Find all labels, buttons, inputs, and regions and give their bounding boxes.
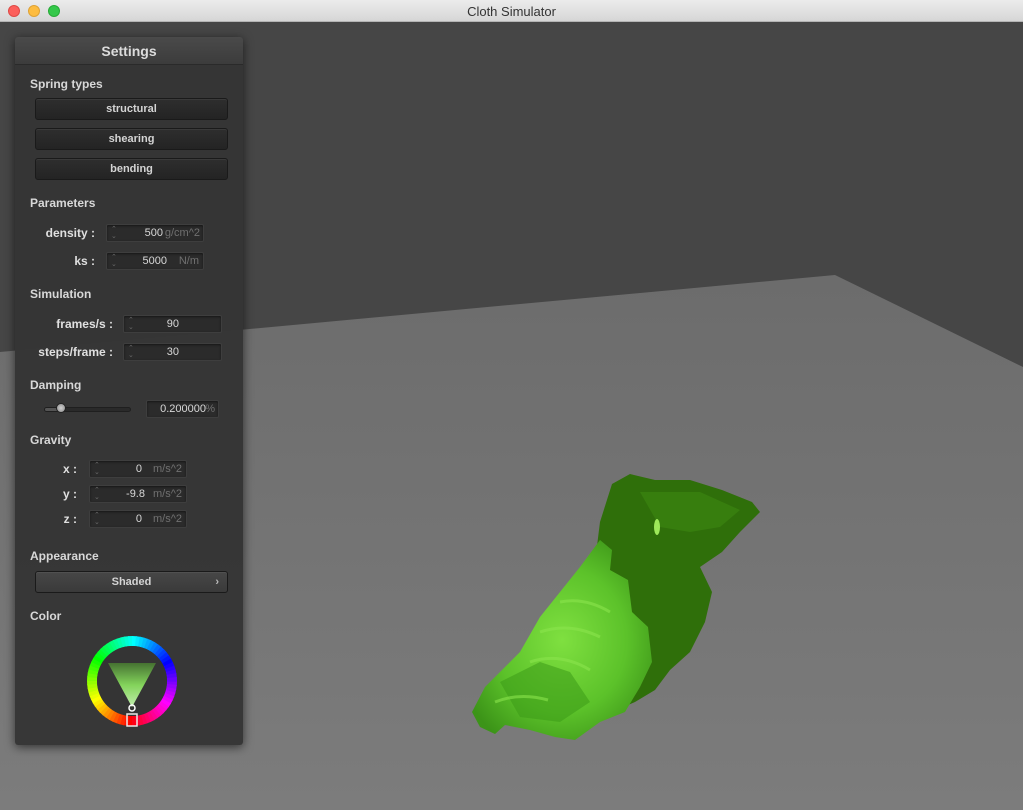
- gravity-y-spinner-icon[interactable]: ⌃ ⌄: [94, 487, 100, 501]
- gravity-z-value: 0: [135, 513, 142, 525]
- gravity-z-unit: m/s^2: [153, 513, 182, 525]
- appearance-selected: Shaded: [111, 576, 152, 588]
- bending-button[interactable]: bending: [35, 158, 228, 180]
- panel-title[interactable]: Settings: [15, 37, 243, 65]
- app-window: Cloth Simulator Settings Spring types st…: [0, 0, 1023, 810]
- gravity-y-label: y :: [62, 487, 77, 501]
- appearance-dropdown[interactable]: Shaded ›: [35, 571, 228, 593]
- gravity-z-field[interactable]: ⌃ ⌄ 0 m/s^2: [89, 510, 187, 528]
- gravity-x-spinner-icon[interactable]: ⌃ ⌄: [94, 462, 100, 476]
- gravity-y-value: -9.8: [126, 488, 145, 500]
- cloth-highlight: [654, 519, 660, 535]
- ks-value: 5000: [142, 255, 167, 267]
- damping-value: 0.200000: [160, 403, 206, 415]
- parameters-heading: Parameters: [30, 196, 96, 210]
- gravity-heading: Gravity: [30, 433, 72, 447]
- fps-spinner-icon[interactable]: ⌃ ⌄: [128, 317, 134, 331]
- gravity-z-label: z :: [63, 512, 77, 526]
- window-title: Cloth Simulator: [467, 4, 556, 19]
- damping-field[interactable]: 0.200000 %: [146, 400, 219, 418]
- density-label: density :: [45, 226, 95, 240]
- ks-field[interactable]: ⌃ ⌄ 5000 N/m: [106, 252, 204, 270]
- settings-panel: Settings Spring types structural shearin…: [15, 37, 243, 745]
- steps-spinner-icon[interactable]: ⌃ ⌄: [128, 345, 134, 359]
- gravity-z-spinner-icon[interactable]: ⌃ ⌄: [94, 512, 100, 526]
- appearance-heading: Appearance: [30, 549, 99, 563]
- gravity-x-label: x :: [62, 462, 77, 476]
- shearing-button[interactable]: shearing: [35, 128, 228, 150]
- ks-label: ks :: [74, 254, 95, 268]
- density-spinner-icon[interactable]: ⌃ ⌄: [111, 226, 117, 240]
- density-field[interactable]: ⌃ ⌄ 500 g/cm^2: [106, 224, 204, 242]
- steps-value: 30: [166, 346, 179, 358]
- ks-spinner-icon[interactable]: ⌃ ⌄: [111, 254, 117, 268]
- gravity-x-unit: m/s^2: [153, 463, 182, 475]
- gravity-x-value: 0: [135, 463, 142, 475]
- structural-button[interactable]: structural: [35, 98, 228, 120]
- fps-value: 90: [166, 318, 179, 330]
- density-value: 500: [144, 227, 163, 239]
- title-bar[interactable]: Cloth Simulator: [0, 0, 1023, 22]
- fps-field[interactable]: ⌃ ⌄ 90: [123, 315, 222, 333]
- density-unit: g/cm^2: [164, 227, 200, 239]
- spring-types-heading: Spring types: [30, 77, 103, 91]
- ks-unit: N/m: [178, 255, 199, 267]
- steps-label: steps/frame :: [38, 345, 113, 359]
- simulation-heading: Simulation: [30, 287, 92, 301]
- damping-heading: Damping: [30, 378, 82, 392]
- color-wheel[interactable]: [86, 635, 178, 727]
- fps-label: frames/s :: [56, 317, 113, 331]
- gravity-x-field[interactable]: ⌃ ⌄ 0 m/s^2: [89, 460, 187, 478]
- gravity-y-unit: m/s^2: [153, 488, 182, 500]
- steps-field[interactable]: ⌃ ⌄ 30: [123, 343, 222, 361]
- gravity-y-field[interactable]: ⌃ ⌄ -9.8 m/s^2: [89, 485, 187, 503]
- damping-unit: %: [205, 403, 215, 415]
- chevron-right-icon: ›: [215, 576, 219, 588]
- color-heading: Color: [30, 609, 62, 623]
